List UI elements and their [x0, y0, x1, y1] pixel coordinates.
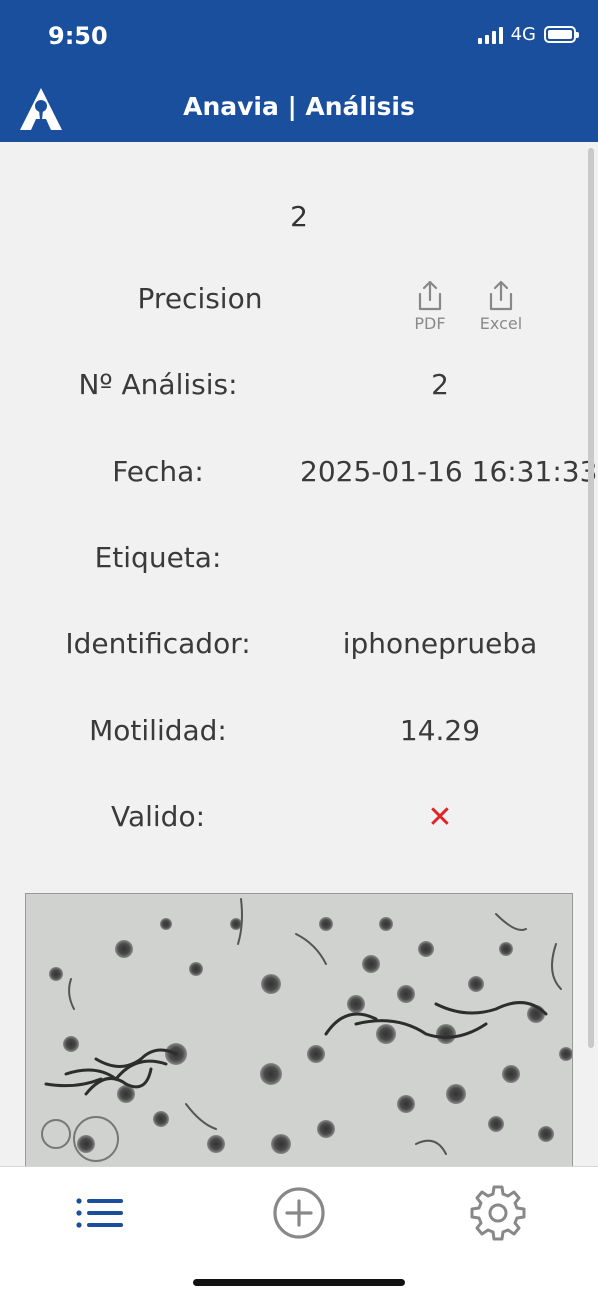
add-circle-icon — [273, 1187, 325, 1239]
analysis-count: 2 — [290, 200, 308, 233]
analysis-detail: 2 Precision PDF Excel Nº Análisis: 2 Fec… — [0, 142, 598, 1166]
field-row: Identificador: iphoneprueba — [0, 627, 598, 667]
field-value: 2025-01-16 16:31:33 — [300, 455, 598, 488]
field-row: Fecha: 2025-01-16 16:31:33 — [0, 455, 598, 495]
scrollbar[interactable] — [588, 148, 594, 1048]
status-time: 9:50 — [48, 22, 108, 50]
export-excel-label: Excel — [479, 314, 523, 333]
battery-icon — [544, 26, 579, 43]
app-header: Anavia | Análisis — [0, 74, 598, 142]
field-value: 14.29 — [399, 714, 481, 747]
share-icon — [418, 280, 442, 311]
list-icon — [76, 1198, 123, 1228]
home-indicator[interactable] — [193, 1279, 405, 1286]
share-icon — [489, 280, 513, 311]
microscope-image — [25, 893, 573, 1166]
mode-label: Precision — [137, 282, 263, 315]
field-row: Motilidad: 14.29 — [0, 714, 598, 754]
field-row: Valido: ✕ — [0, 800, 598, 840]
export-pdf-label: PDF — [414, 314, 446, 333]
microscope-image-graphic — [26, 894, 572, 1166]
field-value: 2 — [431, 368, 449, 401]
tab-list[interactable] — [70, 1183, 130, 1243]
network-type: 4G — [510, 24, 536, 45]
export-excel-button[interactable]: Excel — [466, 280, 536, 333]
export-pdf-button[interactable]: PDF — [395, 280, 465, 333]
signal-icon — [477, 26, 503, 44]
invalid-icon: ✕ — [427, 800, 453, 835]
status-bar: 9:50 4G — [0, 0, 598, 74]
field-value: iphoneprueba — [342, 627, 538, 660]
tab-add[interactable] — [269, 1183, 329, 1243]
field-label: Etiqueta: — [94, 541, 222, 574]
tab-settings[interactable] — [468, 1183, 528, 1243]
field-row: Etiqueta: — [0, 541, 598, 581]
page-title: Anavia | Análisis — [183, 92, 415, 121]
status-indicators: 4G — [477, 24, 579, 45]
gear-icon — [470, 1185, 526, 1241]
field-row: Nº Análisis: 2 — [0, 368, 598, 408]
